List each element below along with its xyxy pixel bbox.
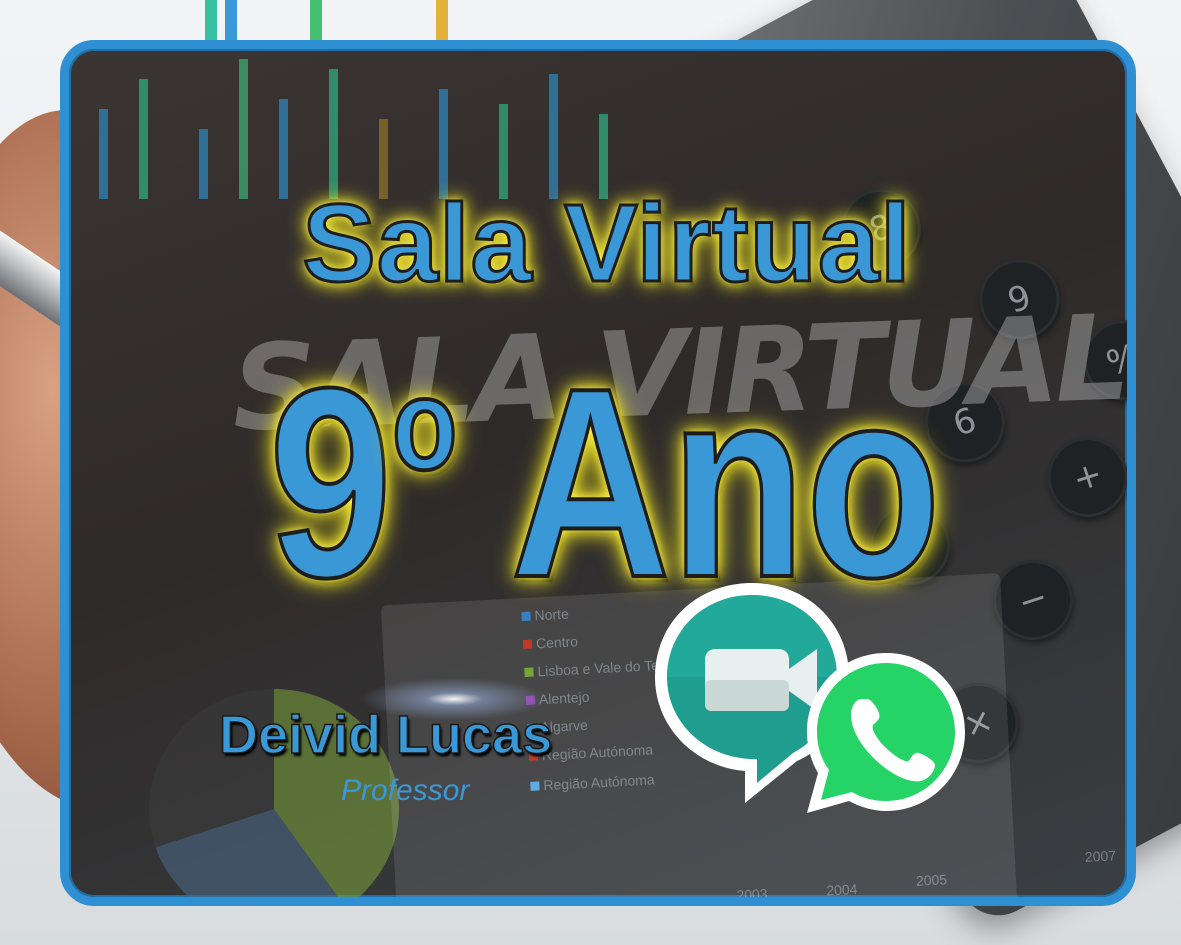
background-chart-bar bbox=[205, 0, 217, 40]
page-title: Sala Virtual bbox=[301, 182, 912, 305]
year-label: 2005 bbox=[915, 871, 948, 889]
background-chart-bar bbox=[329, 69, 338, 199]
background-chart-bar bbox=[549, 74, 558, 199]
year-label: 2004 bbox=[825, 880, 858, 899]
teacher-block: Deivid Lucas Professor bbox=[218, 674, 564, 807]
background-chart-bar bbox=[310, 0, 322, 40]
background-bar-chart bbox=[79, 49, 639, 199]
background-chart-bar bbox=[225, 0, 237, 40]
teacher-name: Deivid Lucas bbox=[218, 704, 553, 766]
grade-number: 9 bbox=[267, 333, 393, 634]
legend-item: Região Autónoma bbox=[530, 771, 655, 793]
title-card: 8 9 6 3 + − × % Norte Centro Lisboa e Va… bbox=[60, 40, 1136, 906]
calculator-key: + bbox=[1037, 426, 1127, 528]
background-chart-bar bbox=[99, 109, 108, 199]
grade-ordinal: o bbox=[390, 351, 458, 497]
background-chart-bar bbox=[239, 59, 248, 199]
background-chart-bar bbox=[139, 79, 148, 199]
teacher-role: Professor bbox=[341, 774, 470, 807]
legend-item: Centro bbox=[522, 633, 578, 652]
year-label: 2003 bbox=[736, 885, 768, 904]
background-chart-bar bbox=[436, 0, 448, 40]
background-chart-bar bbox=[279, 99, 288, 199]
year-label: 2007 bbox=[1084, 847, 1117, 865]
whatsapp-icon bbox=[807, 653, 965, 813]
